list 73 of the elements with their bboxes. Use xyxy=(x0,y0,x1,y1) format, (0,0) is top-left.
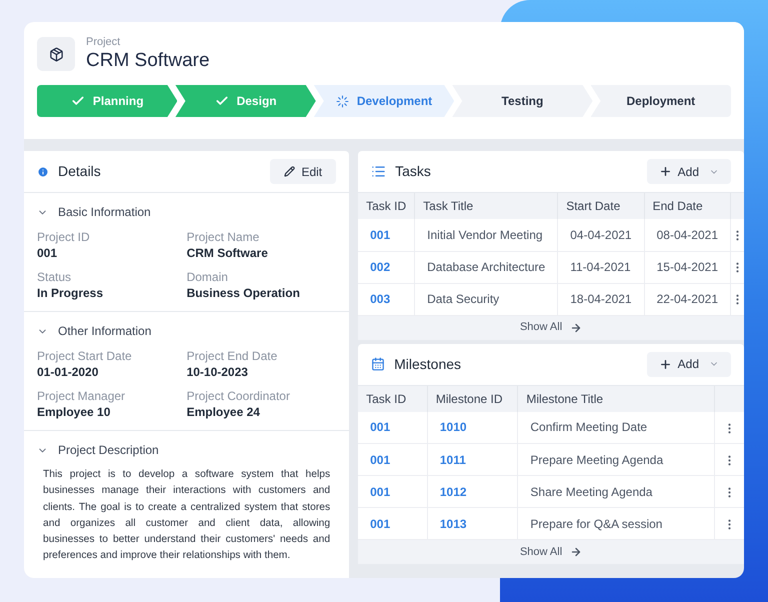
field-label: Status xyxy=(37,269,72,285)
field-value: Business Operation xyxy=(186,285,301,301)
field-label: Project Manager xyxy=(37,388,126,404)
arrow-icon xyxy=(570,322,582,334)
field-value: 001 xyxy=(37,245,58,261)
column-header: Task ID xyxy=(358,386,428,412)
section-title: Other Information xyxy=(58,323,152,340)
table-cell: Data Security xyxy=(414,283,558,315)
id-link[interactable]: 002 xyxy=(358,251,415,283)
project-label: Project xyxy=(86,36,122,49)
table-cell: 11-04-2021 xyxy=(558,251,644,283)
field-label: Project Start Date xyxy=(37,348,133,364)
section-title: Basic Information xyxy=(58,204,151,221)
table-cell: 15-04-2021 xyxy=(644,251,730,283)
table-cell: Confirm Meeting Date xyxy=(518,412,715,444)
panel-title: Milestones xyxy=(394,354,462,374)
id-link[interactable]: 1012 xyxy=(427,476,518,508)
panel-title: Details xyxy=(58,162,101,181)
table-cell: Prepare Meeting Agenda xyxy=(518,444,715,476)
plus-icon xyxy=(658,358,672,370)
table-cell: Initial Vendor Meeting xyxy=(414,219,558,251)
add-button[interactable]: Add xyxy=(646,352,731,376)
show-all-button[interactable]: Show All xyxy=(358,316,744,340)
field-label: Domain xyxy=(186,269,229,285)
id-link[interactable]: 001 xyxy=(358,444,428,476)
progress-step[interactable]: Development xyxy=(314,85,454,117)
table-cell: Database Architecture xyxy=(414,251,558,283)
check-icon xyxy=(214,94,229,108)
field-value: 10-10-2023 xyxy=(186,364,249,380)
table-cell: 08-04-2021 xyxy=(644,219,730,251)
check-icon xyxy=(70,94,85,108)
table-cell: 22-04-2021 xyxy=(644,283,730,315)
project-title: CRM Software xyxy=(86,49,210,72)
panel-title: Tasks xyxy=(395,162,431,181)
plus-icon xyxy=(658,165,672,178)
progress-step[interactable]: Deployment xyxy=(590,85,732,117)
progress-step[interactable]: Design xyxy=(175,85,316,117)
field-value: CRM Software xyxy=(186,245,269,261)
show-all-button[interactable]: Show All xyxy=(358,540,744,564)
field-value: Employee 10 xyxy=(37,404,112,420)
description-text: This project is to develop a software system that helps businesses manage their interactions with customers and clients. The goal is to create a centralized system that stores and organizes all customer and client data, allowing businesses to better understand their customers' needs and preferences and improve their relationships with them. xyxy=(42,468,332,564)
id-link[interactable]: 1011 xyxy=(427,444,518,476)
field-label: Project ID xyxy=(37,229,91,245)
section-title: Project Description xyxy=(58,442,159,459)
id-link[interactable]: 1010 xyxy=(427,412,518,444)
field-value: In Progress xyxy=(37,285,104,301)
table-cell: 04-04-2021 xyxy=(558,219,644,251)
progress-step[interactable]: Planning xyxy=(37,85,178,117)
edit-button[interactable]: Edit xyxy=(270,159,336,184)
add-button[interactable]: Add xyxy=(646,159,731,184)
id-link[interactable]: 001 xyxy=(358,412,428,444)
field-label: Project Coordinator xyxy=(186,388,291,404)
table-cell: 18-04-2021 xyxy=(558,283,644,315)
id-link[interactable]: 001 xyxy=(358,476,428,508)
column-header: Task ID xyxy=(358,193,415,219)
column-header: Task Title xyxy=(414,193,558,219)
field-label: Project Name xyxy=(186,229,260,245)
progress-step[interactable]: Testing xyxy=(452,85,593,117)
info-icon xyxy=(37,166,49,178)
id-link[interactable]: 001 xyxy=(358,219,415,251)
column-header: Start Date xyxy=(558,193,644,219)
list-icon xyxy=(371,164,386,179)
field-value: 01-01-2020 xyxy=(37,364,100,380)
calendar-icon xyxy=(371,357,386,371)
arrow-icon xyxy=(570,546,582,558)
loading-icon xyxy=(336,94,349,108)
project-icon xyxy=(37,37,75,71)
table-cell: Share Meeting Agenda xyxy=(518,476,715,508)
field-label: Project End Date xyxy=(186,348,278,364)
pencil-icon xyxy=(284,166,296,177)
column-header: Milestone ID xyxy=(427,386,518,412)
field-value: Employee 24 xyxy=(186,404,261,420)
id-link[interactable]: 003 xyxy=(358,283,415,315)
